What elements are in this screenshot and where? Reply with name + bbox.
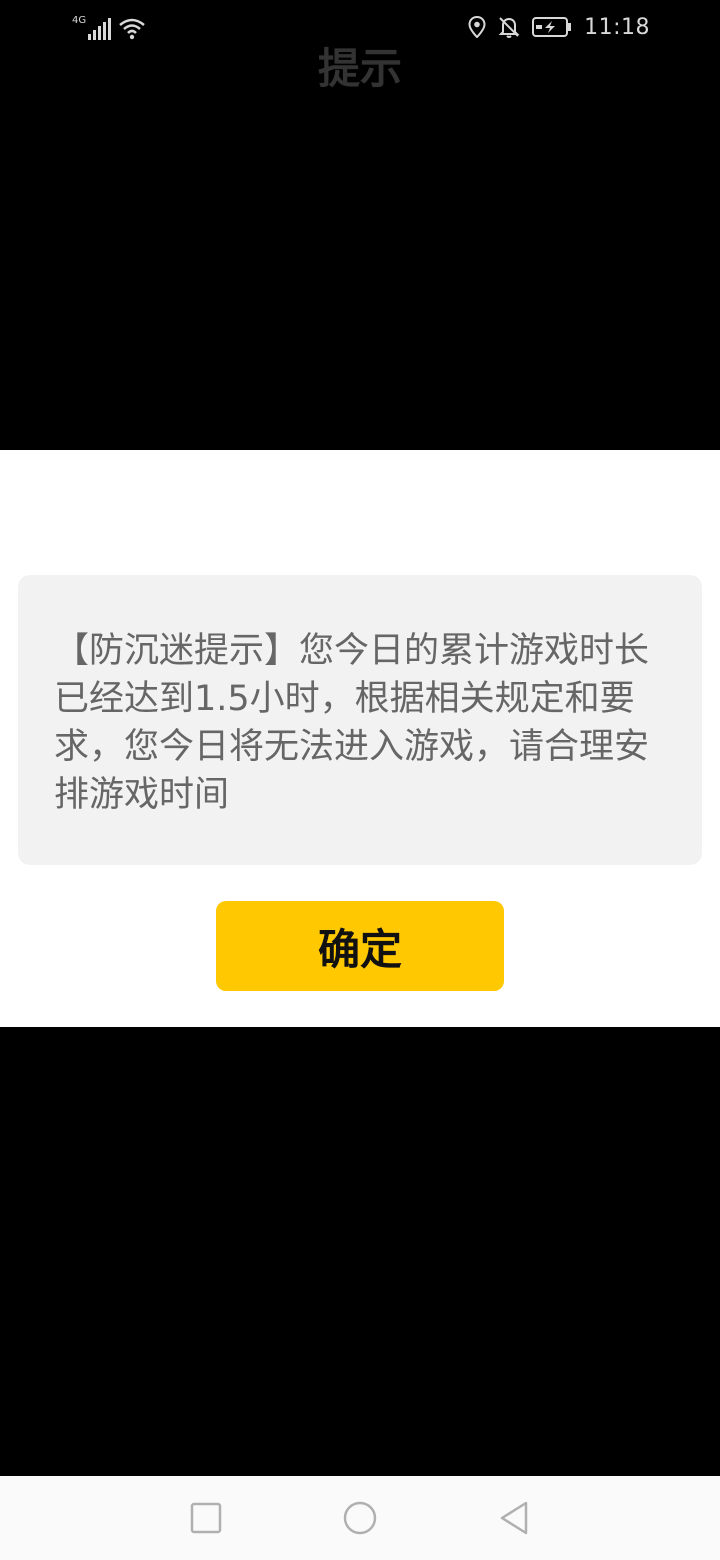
status-left: 4G — [72, 14, 145, 40]
home-button[interactable] — [340, 1498, 380, 1538]
confirm-button[interactable]: 确定 — [216, 901, 504, 991]
bell-off-icon — [498, 16, 520, 38]
network-type: 4G — [72, 15, 87, 26]
back-button[interactable] — [494, 1498, 534, 1538]
dialog-message: 【防沉迷提示】您今日的累计游戏时长已经达到1.5小时，根据相关规定和要求，您今日… — [54, 631, 650, 815]
home-icon — [343, 1501, 377, 1535]
message-box: 【防沉迷提示】您今日的累计游戏时长已经达到1.5小时，根据相关规定和要求，您今日… — [18, 575, 702, 865]
wifi-icon — [119, 18, 145, 40]
back-icon — [500, 1501, 528, 1535]
battery-charging-icon — [532, 16, 572, 38]
signal-icon — [88, 18, 112, 40]
location-icon — [468, 16, 486, 38]
navigation-bar — [0, 1476, 720, 1560]
anti-addiction-dialog: 提示 【防沉迷提示】您今日的累计游戏时长已经达到1.5小时，根据相关规定和要求，… — [0, 44, 720, 1027]
recent-apps-button[interactable] — [186, 1498, 226, 1538]
dialog-title: 提示 — [317, 44, 402, 93]
clock: 11:18 — [584, 14, 650, 40]
screen: 4G 11:18 提示 【防沉迷提示】您今日的累计游戏时长已经达到1.5小时，根… — [0, 0, 720, 1560]
recent-apps-icon — [190, 1502, 222, 1534]
